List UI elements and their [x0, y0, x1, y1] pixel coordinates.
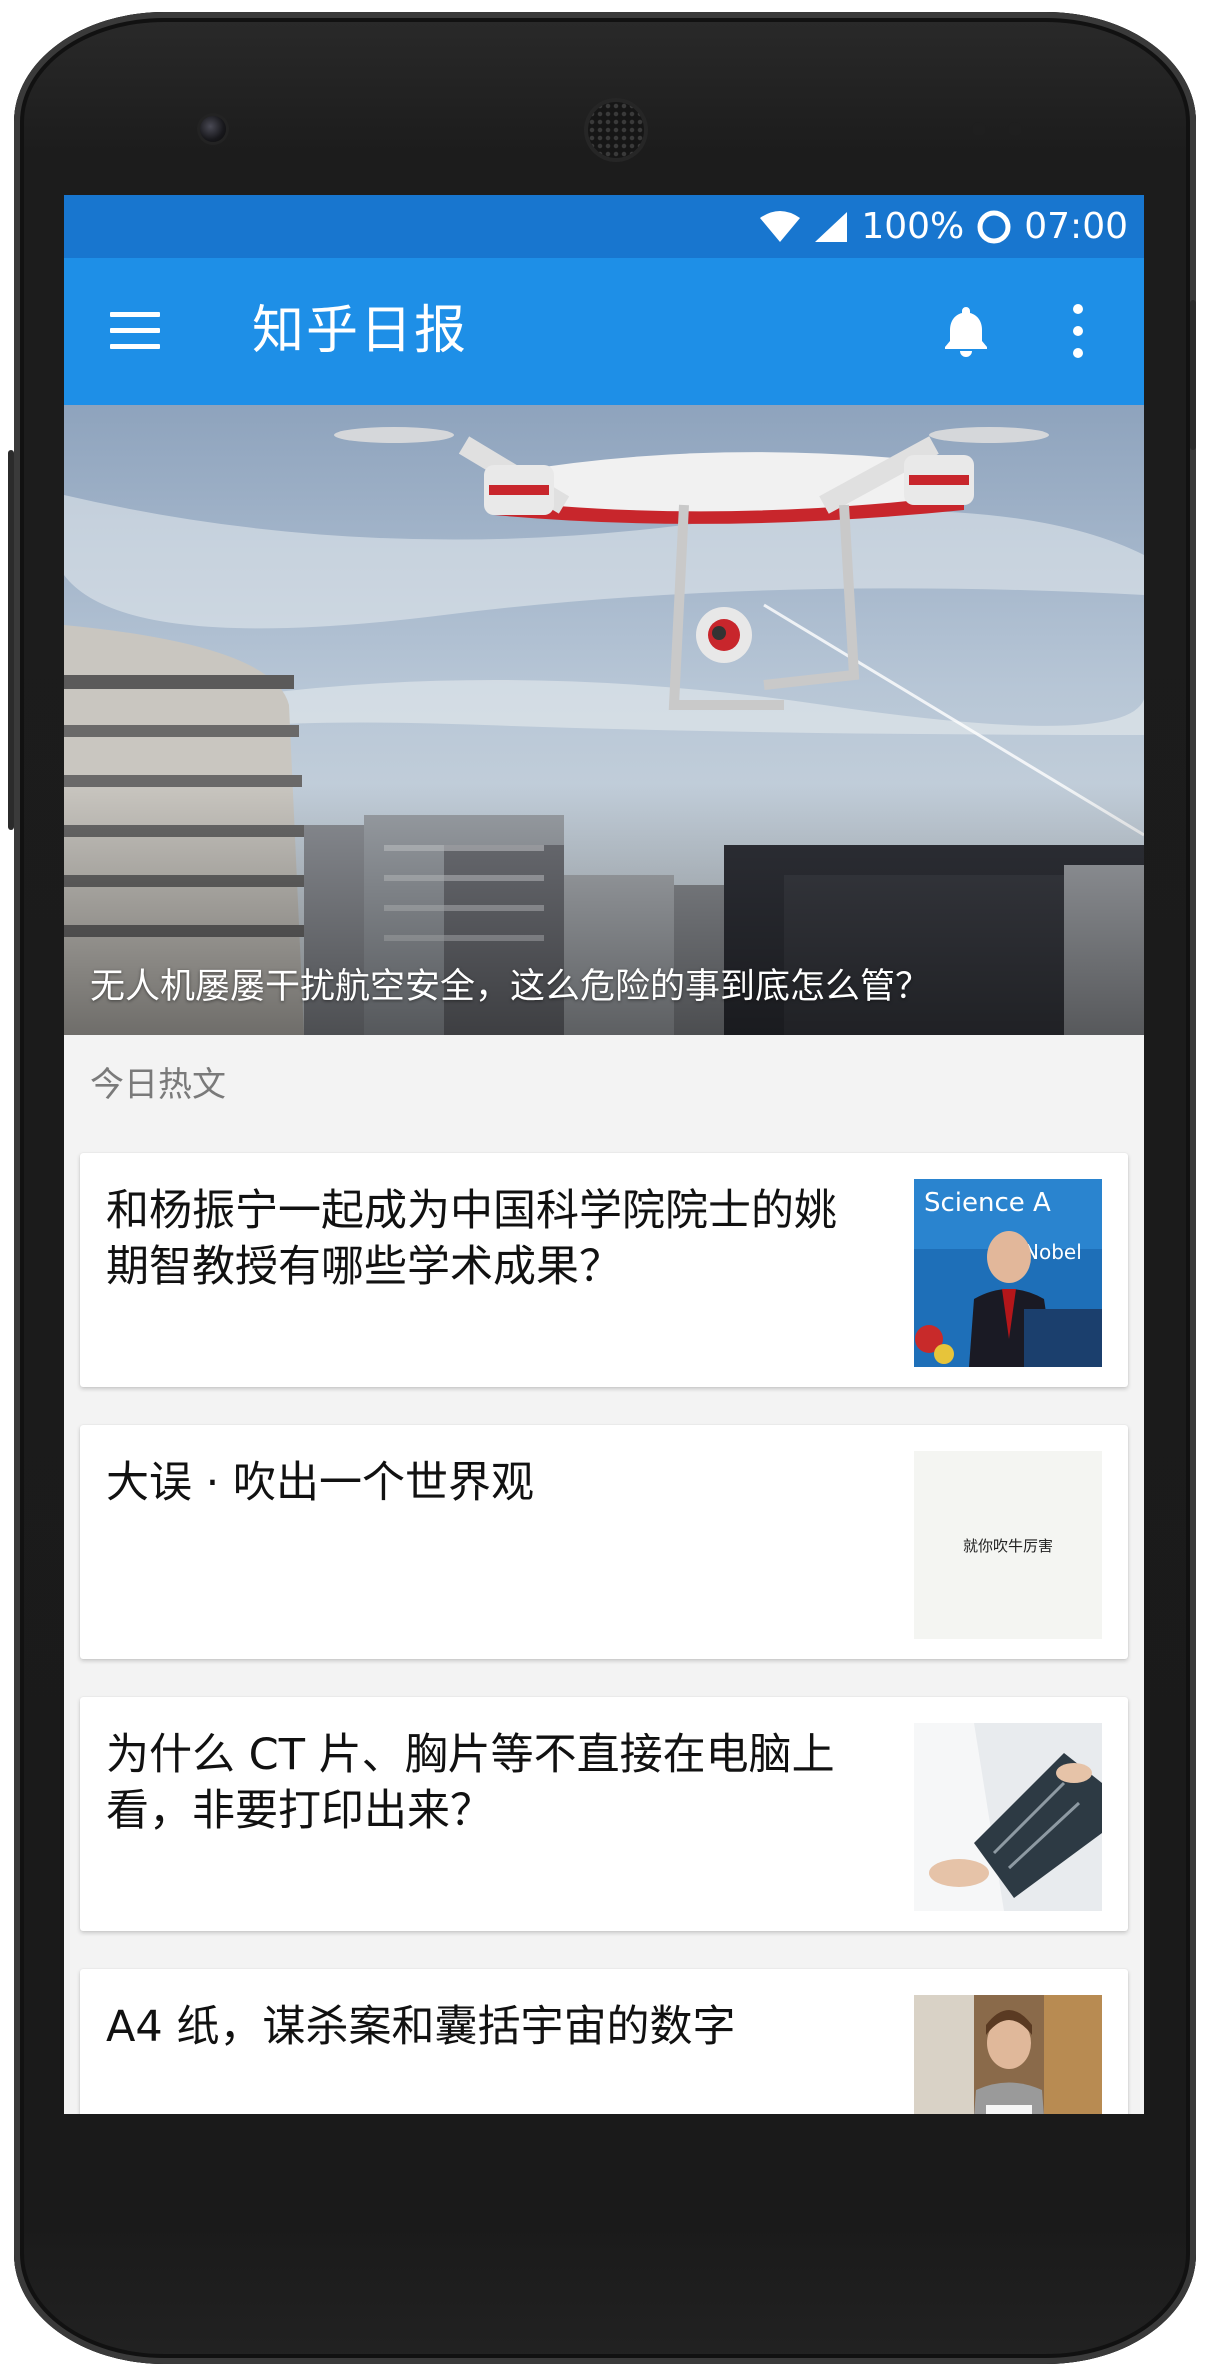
more-vert-icon[interactable] — [1066, 302, 1090, 362]
battery-icon — [977, 210, 1011, 243]
story-thumbnail: Science A Nobel — [914, 1179, 1102, 1367]
status-bar: 100% 07:00 — [64, 195, 1144, 258]
story-card[interactable]: 为什么 CT 片、胸片等不直接在电脑上看，非要打印出来？ — [80, 1697, 1128, 1931]
section-label: 今日热文 — [90, 1065, 226, 1105]
thumbnail-caption: 就你吹牛厉害 — [914, 1451, 1102, 1639]
earpiece-speaker — [588, 102, 644, 158]
story-card[interactable]: A4 纸，谋杀案和囊括宇宙的数字 — [80, 1969, 1128, 2114]
story-card[interactable]: 和杨振宁一起成为中国科学院院士的姚期智教授有哪些学术成果？ Science A … — [80, 1153, 1128, 1387]
cell-signal-icon — [815, 211, 848, 242]
power-button — [8, 450, 14, 830]
device-chin — [64, 2114, 1144, 2314]
story-title: 大误 · 吹出一个世界观 — [106, 1458, 535, 1508]
clock: 07:00 — [1024, 206, 1128, 247]
svg-text:Nobel: Nobel — [1024, 1240, 1082, 1264]
svg-text:Science A: Science A — [924, 1188, 1051, 1218]
app-title: 知乎日报 — [252, 301, 469, 361]
wifi-icon — [760, 210, 801, 242]
story-card[interactable]: 大误 · 吹出一个世界观 就你吹牛厉害 — [80, 1425, 1128, 1659]
story-thumbnail — [914, 1723, 1102, 1911]
hero-banner[interactable]: 无人机屡屡干扰航空安全，这么危险的事到底怎么管？ — [64, 405, 1144, 1035]
story-title: 为什么 CT 片、胸片等不直接在电脑上看，非要打印出来？ — [106, 1730, 835, 1836]
story-thumbnail: 就你吹牛厉害 — [914, 1451, 1102, 1639]
screen: 100% 07:00 知乎日报 无人机屡屡干扰航空安全，这么危险的事到底怎么管？… — [64, 195, 1144, 2114]
app-bar: 知乎日报 — [64, 258, 1144, 405]
battery-level: 100% — [861, 206, 965, 247]
story-title: 和杨振宁一起成为中国科学院院士的姚期智教授有哪些学术成果？ — [106, 1186, 837, 1292]
volume-button — [1190, 300, 1196, 450]
front-camera — [200, 116, 226, 142]
bell-icon[interactable] — [938, 303, 994, 359]
story-title: A4 纸，谋杀案和囊括宇宙的数字 — [106, 2002, 736, 2052]
story-thumbnail — [914, 1995, 1102, 2114]
drone-photo — [64, 405, 1144, 1035]
light-sensor — [1008, 122, 1022, 136]
hero-caption: 无人机屡屡干扰航空安全，这么危险的事到底怎么管？ — [90, 967, 931, 1007]
hamburger-menu-icon[interactable] — [110, 312, 160, 350]
proximity-sensor — [972, 122, 986, 136]
